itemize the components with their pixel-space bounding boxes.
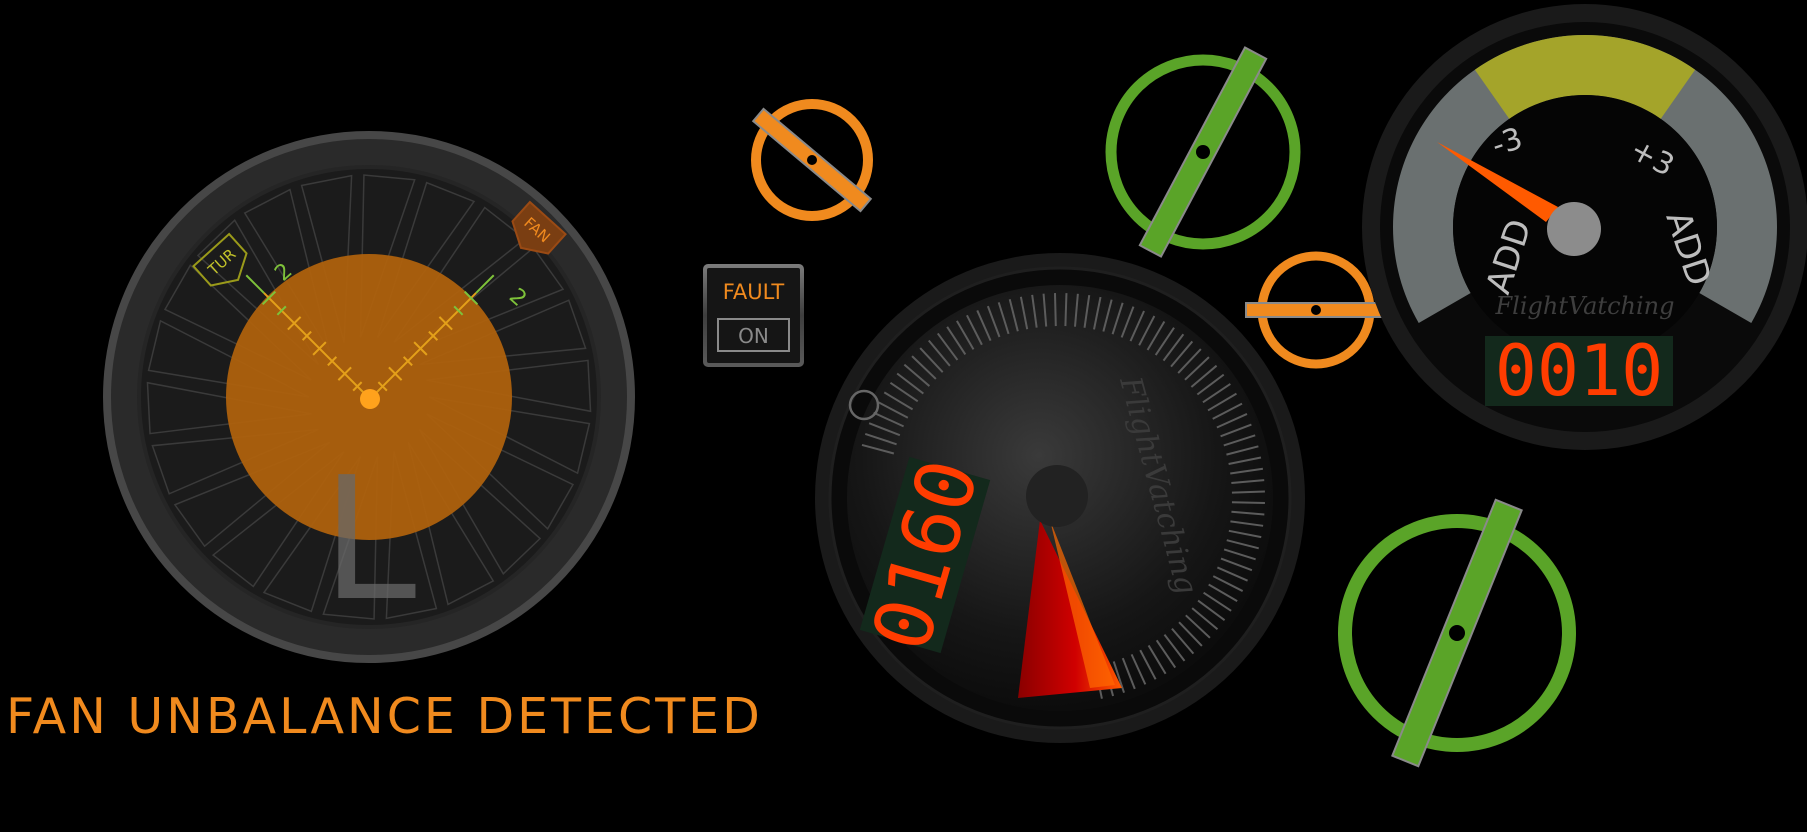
on-indicator: ON (717, 318, 790, 352)
fault-button[interactable]: FAULT ON (703, 264, 804, 367)
fault-button-face: FAULT ON (707, 268, 800, 363)
fan-unbalance-message: FAN UNBALANCE DETECTED (6, 688, 763, 745)
ring-handle-icon[interactable] (1245, 251, 1387, 369)
on-label: ON (738, 324, 769, 348)
fan-center-dot (360, 389, 380, 409)
engine-side-letter: L (322, 441, 417, 639)
engine-fan-gauge: L TUR FAN 2 2 (103, 131, 635, 663)
trim-gauge: -3 +3 ADD ADD FlightVatching 0010 (1362, 4, 1807, 450)
fault-label: FAULT (722, 280, 785, 304)
ring-handle-icon[interactable] (1338, 498, 1576, 768)
trim-brand: FlightVatching (1495, 292, 1675, 320)
rotary-hub (1026, 465, 1088, 527)
rotary-gauge: FlightVatching 0160 (815, 253, 1305, 743)
trim-hub (1547, 202, 1601, 256)
ring-handle-icon[interactable] (1105, 46, 1301, 258)
trim-counter-value: 0010 (1495, 330, 1664, 412)
ring-handle-icon[interactable] (751, 99, 873, 221)
